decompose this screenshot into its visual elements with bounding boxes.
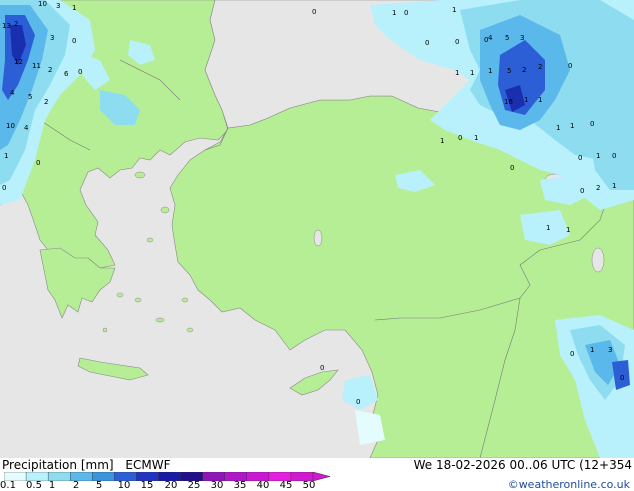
map-value: 1 xyxy=(596,152,600,160)
map-value: 0 xyxy=(590,120,594,128)
forecast-datetime: We 18-02-2026 00..06 UTC (12+354 xyxy=(413,458,632,472)
lake-urmia xyxy=(591,247,605,273)
map-value: 1 xyxy=(488,67,492,75)
map-value: 1 xyxy=(72,4,76,12)
map-value: 1 xyxy=(538,96,542,104)
map-value: 1 xyxy=(524,96,528,104)
map-value: 0 xyxy=(568,62,572,70)
map-value: 5 xyxy=(507,67,511,75)
map-value: 0 xyxy=(425,39,429,47)
map-value: 2 xyxy=(596,184,600,192)
map-value: 4 xyxy=(10,89,15,97)
map-value: 0 xyxy=(580,187,584,195)
map-value: 5 xyxy=(28,93,32,101)
map-value: 12 xyxy=(14,58,23,66)
map-value: 3 xyxy=(520,34,524,42)
map-value: 1 xyxy=(474,134,478,142)
map-value: 10 xyxy=(38,0,47,8)
map-value: 1 xyxy=(440,137,444,145)
map-value: 0 xyxy=(578,154,582,162)
map-value: 16 xyxy=(504,98,513,106)
map-value: 0 xyxy=(510,164,514,172)
map-value: 0 xyxy=(570,350,574,358)
map-value: 1 xyxy=(546,224,550,232)
map-value: 11 xyxy=(32,62,41,70)
map-value: 4 xyxy=(24,124,29,132)
map-value: 0 xyxy=(2,184,6,192)
map-title: Precipitation [mm] ECMWF xyxy=(2,459,170,471)
map-value: 0 xyxy=(72,37,76,45)
map-value: 3 xyxy=(608,346,612,354)
lake-tuz xyxy=(313,229,323,247)
map-value: 6 xyxy=(64,70,69,78)
map-value: 2 xyxy=(44,98,48,106)
map-value: 5 xyxy=(505,34,509,42)
map-value: 0 xyxy=(320,364,324,372)
map-value: 1 xyxy=(452,6,456,14)
map-value: 2 xyxy=(14,20,18,28)
map-value: 3 xyxy=(50,34,54,42)
map-value: 2 xyxy=(522,66,526,74)
weather-map-view: 10 3 1 13 2 3 0 12 11 2 0 6 4 5 2 10 4 1… xyxy=(0,0,634,491)
map-value: 10 xyxy=(6,122,15,130)
map-value: 1 xyxy=(556,124,560,132)
map-value: 13 xyxy=(2,22,11,30)
map-value: 0 xyxy=(356,398,360,406)
map-value: 2 xyxy=(538,63,542,71)
map-value: 0 xyxy=(458,134,462,142)
legend-arrow xyxy=(312,472,330,481)
credit-link[interactable]: ©weatheronline.co.uk xyxy=(508,479,630,491)
map-footer: Precipitation [mm] ECMWF We 18-02-2026 0… xyxy=(0,458,634,491)
model-name: ECMWF xyxy=(125,458,171,472)
map-value: 3 xyxy=(56,2,60,10)
map-value: 1 xyxy=(566,226,570,234)
map-value: 4 xyxy=(488,34,493,42)
map-value: 1 xyxy=(590,346,594,354)
map-value: 1 xyxy=(612,182,616,190)
map-value: 1 xyxy=(4,152,8,160)
map-value: 0 xyxy=(404,9,408,17)
map-value: 1 xyxy=(392,9,396,17)
map-value: 0 xyxy=(620,374,624,382)
map-value: 0 xyxy=(455,38,459,46)
map-value: 0 xyxy=(312,8,316,16)
precipitation-map: 10 3 1 13 2 3 0 12 11 2 0 6 4 5 2 10 4 1… xyxy=(0,0,634,458)
map-value: 2 xyxy=(48,66,52,74)
map-value: 0 xyxy=(36,159,40,167)
map-value: 1 xyxy=(470,69,474,77)
map-value: 1 xyxy=(570,122,574,130)
map-value: 1 xyxy=(455,69,459,77)
map-value: 0 xyxy=(612,152,616,160)
precipitation-title: Precipitation [mm] xyxy=(2,458,114,472)
map-value: 0 xyxy=(78,68,82,76)
